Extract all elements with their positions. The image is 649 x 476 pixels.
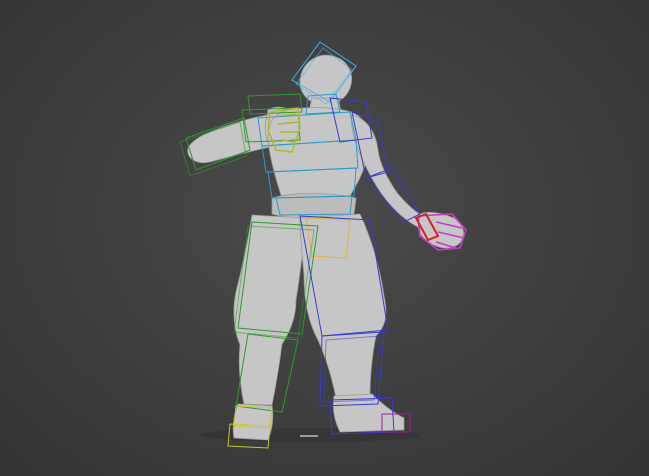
mesh-right-arm[interactable] — [351, 114, 429, 231]
3d-viewport[interactable] — [0, 0, 649, 476]
mesh-left-foot[interactable] — [232, 403, 274, 441]
scene-canvas[interactable] — [0, 0, 649, 476]
mesh-left-leg[interactable] — [233, 214, 306, 406]
